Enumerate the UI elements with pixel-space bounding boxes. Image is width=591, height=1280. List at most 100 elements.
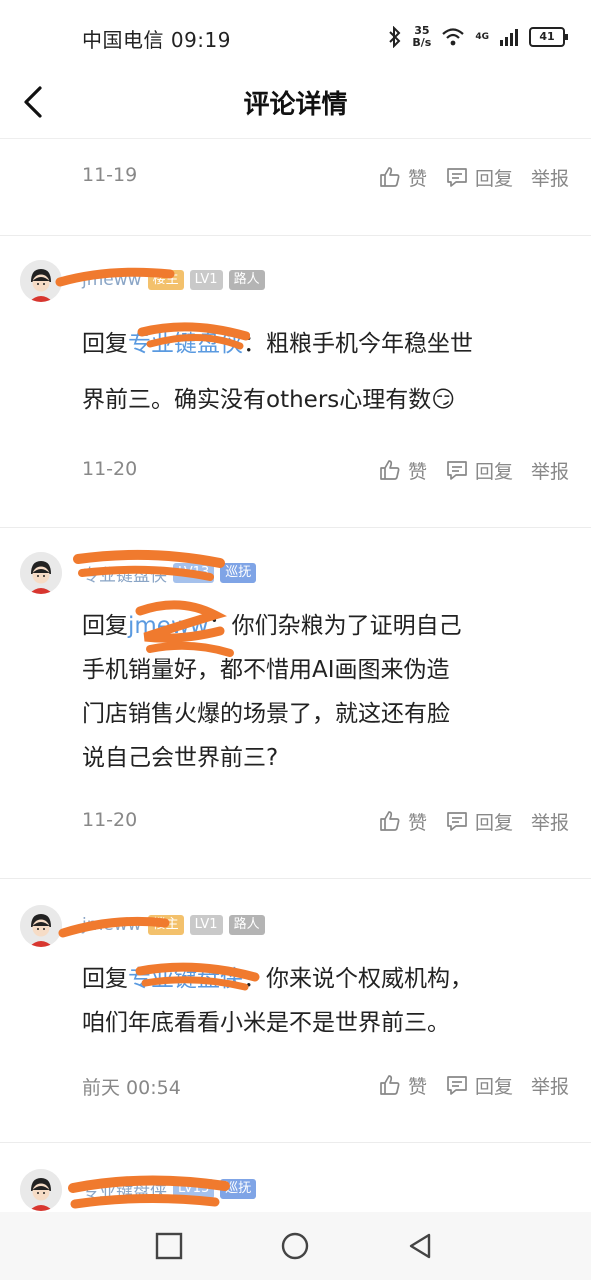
reply-button[interactable]: 回复 xyxy=(445,1072,513,1099)
comment-actions: 赞 回复 举报 xyxy=(378,806,569,836)
bluetooth-icon xyxy=(389,26,401,48)
battery-icon: 41 xyxy=(529,27,568,47)
comment-date: 11-20 xyxy=(82,458,138,480)
reply-button[interactable]: 回复 xyxy=(445,808,513,835)
avatar[interactable] xyxy=(20,1169,62,1211)
comment-text-line: 粗粮手机今年稳坐世 xyxy=(266,331,473,357)
avatar[interactable] xyxy=(20,260,62,302)
user-info: 专业键盘侠 LV13 巡抚 xyxy=(82,561,257,586)
avatar-icon xyxy=(20,552,62,594)
reply-label: 回复 xyxy=(474,460,513,483)
reply-target[interactable]: jmeww xyxy=(128,613,209,639)
like-button[interactable]: 赞 xyxy=(378,1072,427,1099)
reply-button[interactable]: 回复 xyxy=(445,457,513,484)
report-label: 举报 xyxy=(530,1075,569,1098)
comment-text-line: 你们杂粮为了证明自己 xyxy=(231,613,462,639)
carrier-time: 中国电信 09:19 xyxy=(82,28,231,52)
comment-text: 回复专业键盘侠：你来说个权威机构， 咱们年底看看小米是不是世界前三。 xyxy=(82,957,552,1045)
level-badge: LV1 xyxy=(189,270,223,290)
comment-date: 11-20 xyxy=(82,809,138,831)
like-label: 赞 xyxy=(407,167,427,190)
comment-icon xyxy=(447,461,467,480)
comment-date: 11-19 xyxy=(82,164,138,186)
username[interactable]: jmeww xyxy=(82,270,142,290)
user-info: 专业键盘侠 LV13 巡抚 xyxy=(82,1177,257,1202)
reply-label: 回复 xyxy=(474,1075,513,1098)
comment-icon xyxy=(447,812,467,831)
thumbs-up-icon xyxy=(380,811,400,831)
avatar[interactable] xyxy=(20,552,62,594)
thumbs-up-icon xyxy=(380,1075,400,1095)
wifi-icon xyxy=(442,28,465,46)
comment-item: jmeww 楼主 LV1 路人 回复专业键盘侠：你来说个权威机构， 咱们年底看看… xyxy=(0,879,591,1141)
comment-text-line: 手机销量好，都不惜用AI画图来伪造 xyxy=(82,657,450,683)
comment-actions: 赞 回复 举报 xyxy=(378,1070,569,1100)
report-button[interactable]: 举报 xyxy=(531,1072,569,1099)
thumbs-up-icon xyxy=(380,460,400,480)
comment-text-line: 门店销售火爆的场景了，就这还有脸 xyxy=(82,701,450,727)
level-badge: LV13 xyxy=(173,1179,215,1199)
page-header: 评论详情 xyxy=(0,72,591,139)
network-type: 4G xyxy=(475,32,489,42)
comment-item: 专业键盘侠 LV13 巡抚 回复jmeww：你们杂粮为了证明自己 手机销量好，都… xyxy=(0,528,591,878)
role-badge: 巡抚 xyxy=(220,1179,257,1199)
report-button[interactable]: 举报 xyxy=(531,164,569,191)
avatar[interactable] xyxy=(20,905,62,947)
report-label: 举报 xyxy=(530,460,569,483)
comment-text: 回复jmeww：你们杂粮为了证明自己 手机销量好，都不惜用AI画图来伪造 门店销… xyxy=(82,604,552,780)
username[interactable]: 专业键盘侠 xyxy=(82,561,167,586)
reply-label: 回复 xyxy=(474,167,513,190)
host-badge: 楼主 xyxy=(147,915,184,935)
like-label: 赞 xyxy=(407,811,427,834)
report-button[interactable]: 举报 xyxy=(531,457,569,484)
comment-text-line: 说自己会世界前三? xyxy=(82,745,279,771)
avatar-icon xyxy=(20,260,62,302)
comment-text: 回复专业键盘侠：粗粮手机今年稳坐世 界前三。确实没有others心理有数😏 xyxy=(82,316,552,428)
avatar-icon xyxy=(20,1169,62,1211)
back-triangle-icon[interactable] xyxy=(405,1230,437,1262)
comment-text-line: 你来说个权威机构， xyxy=(266,966,473,992)
reply-label: 回复 xyxy=(474,811,513,834)
reply-button[interactable]: 回复 xyxy=(445,164,513,191)
status-icons: 35 B/s 4G 41 xyxy=(388,22,568,52)
role-badge: 巡抚 xyxy=(220,563,257,583)
comment-text-line: 咱们年底看看小米是不是世界前三。 xyxy=(82,1010,450,1036)
comment-actions: 赞 回复 举报 xyxy=(378,162,569,192)
role-badge: 路人 xyxy=(228,270,265,290)
comment-actions: 赞 回复 举报 xyxy=(378,455,569,485)
like-button[interactable]: 赞 xyxy=(378,457,427,484)
home-circle-icon[interactable] xyxy=(279,1230,311,1262)
like-button[interactable]: 赞 xyxy=(378,808,427,835)
report-label: 举报 xyxy=(530,167,569,190)
level-badge: LV1 xyxy=(189,915,223,935)
host-badge: 楼主 xyxy=(147,270,184,290)
signal-icon xyxy=(500,29,518,46)
comment-item: 专业键盘侠 LV13 巡抚 xyxy=(0,1143,591,1212)
report-button[interactable]: 举报 xyxy=(531,808,569,835)
user-info: jmeww 楼主 LV1 路人 xyxy=(82,268,265,292)
reply-prefix: 回复 xyxy=(82,613,128,639)
comment-item: jmeww 楼主 LV1 路人 回复专业键盘侠：粗粮手机今年稳坐世 界前三。确实… xyxy=(0,236,591,526)
thumbs-up-icon xyxy=(380,167,400,187)
username[interactable]: jmeww xyxy=(82,915,142,935)
status-bar: 中国电信 09:19 35 B/s 4G 41 xyxy=(0,0,591,72)
user-info: jmeww 楼主 LV1 路人 xyxy=(82,913,265,937)
reply-prefix: 回复 xyxy=(82,966,128,992)
comment-icon xyxy=(447,168,467,187)
level-badge: LV13 xyxy=(173,563,215,583)
like-label: 赞 xyxy=(407,460,427,483)
avatar-icon xyxy=(20,905,62,947)
system-nav-bar xyxy=(0,1212,591,1280)
like-button[interactable]: 赞 xyxy=(378,164,427,191)
comment-item: 11-19 赞 回复 举报 xyxy=(0,140,591,235)
reply-target[interactable]: 专业键盘侠 xyxy=(128,331,243,357)
comment-text-line: 界前三。确实没有others心理有数 xyxy=(82,387,432,413)
recents-square-icon[interactable] xyxy=(153,1230,185,1262)
reply-target[interactable]: 专业键盘侠 xyxy=(128,966,243,992)
report-label: 举报 xyxy=(530,811,569,834)
colon: ： xyxy=(243,331,266,357)
like-label: 赞 xyxy=(407,1075,427,1098)
comment-icon xyxy=(447,1076,467,1095)
username[interactable]: 专业键盘侠 xyxy=(82,1177,167,1202)
reply-prefix: 回复 xyxy=(82,331,128,357)
